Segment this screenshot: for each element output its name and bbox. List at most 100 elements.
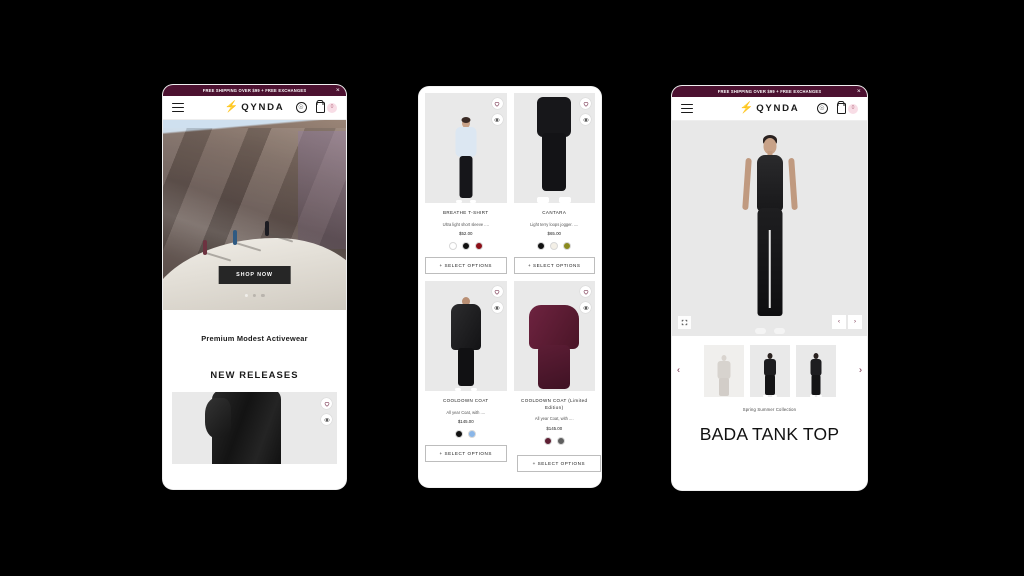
color-swatch[interactable]: [537, 242, 546, 251]
hamburger-menu-icon[interactable]: [172, 103, 184, 112]
promo-banner: FREE SHIPPING OVER $99 + FREE EXCHANGES …: [672, 86, 867, 97]
promo-banner-text: FREE SHIPPING OVER $99 + FREE EXCHANGES: [202, 88, 307, 93]
new-release-product-image[interactable]: [172, 392, 337, 464]
brand-logo-text: QYNDA: [241, 102, 285, 113]
phone-home-mockup: FREE SHIPPING OVER $99 + FREE EXCHANGES …: [163, 85, 346, 489]
color-swatch[interactable]: [563, 242, 572, 251]
color-swatch[interactable]: [461, 242, 470, 251]
pdp-main-image[interactable]: ‹ ›: [672, 121, 867, 336]
product-price: $145.00: [546, 425, 563, 431]
expand-icon[interactable]: [678, 316, 691, 329]
phone-pdp-mockup: FREE SHIPPING OVER $99 + FREE EXCHANGES …: [672, 86, 867, 490]
thumbnail-carousel: ‹ ›: [672, 336, 867, 403]
hero-carousel[interactable]: SHOP NOW: [163, 120, 346, 310]
brand-logo[interactable]: ⚡ QYNDA: [739, 102, 800, 115]
next-image-button[interactable]: ›: [848, 315, 862, 329]
header-actions: ☉ 0: [295, 102, 337, 113]
model-shoe-left: [754, 328, 766, 334]
product-name: CANTARA: [542, 210, 567, 215]
site-header: ⚡ QYNDA ☉ 0: [672, 97, 867, 121]
shop-now-button[interactable]: SHOP NOW: [218, 266, 291, 284]
product-card[interactable]: CANTARA Light terry loops jogger. .... $…: [513, 93, 596, 275]
close-icon[interactable]: ✕: [336, 88, 340, 93]
product-description: All year Coat, with ....: [446, 409, 486, 415]
select-options-button[interactable]: + SELECT OPTIONS: [425, 445, 507, 463]
eye-icon[interactable]: [580, 302, 591, 314]
model-leg-gap: [768, 230, 771, 308]
close-icon[interactable]: ✕: [857, 89, 861, 94]
heart-icon[interactable]: [321, 398, 332, 409]
carousel-dots[interactable]: [244, 293, 265, 297]
eye-icon[interactable]: [580, 114, 591, 125]
product-name: BREATHE T-SHIRT: [442, 210, 489, 215]
heart-icon[interactable]: [491, 286, 503, 298]
eye-icon[interactable]: [491, 114, 503, 125]
color-swatch[interactable]: [468, 430, 477, 439]
pdp-screen: FREE SHIPPING OVER $99 + FREE EXCHANGES …: [672, 86, 867, 490]
heart-icon[interactable]: [580, 286, 591, 298]
carousel-dot[interactable]: [261, 293, 265, 297]
card-actions: [580, 286, 591, 314]
cart-button[interactable]: 0: [836, 103, 858, 114]
thumbnail-item[interactable]: [749, 345, 790, 397]
color-swatch[interactable]: [448, 242, 457, 251]
color-swatches: [514, 242, 596, 251]
promo-banner: FREE SHIPPING OVER $99 + FREE EXCHANGES …: [163, 85, 346, 96]
color-swatch[interactable]: [550, 242, 559, 251]
thumb-figure: [760, 351, 780, 397]
product-image[interactable]: [513, 93, 595, 203]
account-icon[interactable]: ☉: [816, 103, 828, 114]
thumb-figure: [806, 351, 826, 397]
heart-icon[interactable]: [491, 98, 503, 109]
product-name: COOLDOWN COAT: [442, 398, 489, 404]
product-name: COOLDOWN COAT (Limited Edition): [521, 398, 588, 410]
hero-figure: [265, 221, 294, 243]
prev-image-button[interactable]: ‹: [832, 315, 846, 329]
color-swatches: [425, 430, 507, 439]
eye-icon[interactable]: [491, 302, 503, 314]
color-swatch[interactable]: [543, 436, 552, 445]
thumbnail-item[interactable]: [795, 345, 836, 397]
model-figure: [446, 291, 486, 392]
heart-icon[interactable]: [580, 98, 591, 109]
color-swatch[interactable]: [556, 436, 565, 445]
color-swatch[interactable]: [474, 242, 483, 251]
product-card[interactable]: BREATHE T-SHIRT Ultra light short sleeve…: [425, 93, 507, 275]
product-image[interactable]: [513, 281, 595, 392]
thumbnail-item[interactable]: [703, 345, 744, 397]
product-card[interactable]: COOLDOWN COAT All year Coat, with .... $…: [425, 281, 507, 469]
select-options-button[interactable]: + SELECT OPTIONS: [425, 257, 507, 275]
product-description: Ultra light short sleeve ....: [442, 221, 489, 227]
brand-logo[interactable]: ⚡ QYNDA: [224, 101, 285, 114]
product-price: $145.00: [457, 419, 474, 425]
shopping-bag-icon: [836, 103, 846, 114]
carousel-dot[interactable]: [252, 293, 257, 297]
select-options-button[interactable]: + SELECT OPTIONS: [513, 257, 595, 275]
image-nav-buttons: ‹ ›: [832, 315, 862, 329]
chevron-right-icon[interactable]: ›: [859, 365, 862, 374]
card-actions: [321, 398, 332, 425]
model-tank-top: [756, 155, 783, 211]
home-screen: FREE SHIPPING OVER $99 + FREE EXCHANGES …: [163, 85, 346, 489]
product-image[interactable]: [425, 281, 507, 392]
select-options-button[interactable]: + SELECT OPTIONS: [516, 454, 601, 472]
shopping-bag-icon: [315, 102, 325, 113]
screenshot-stage: FREE SHIPPING OVER $99 + FREE EXCHANGES …: [0, 0, 1024, 576]
lightning-bolt-icon: ⚡: [224, 101, 239, 113]
account-icon[interactable]: ☉: [295, 102, 307, 113]
cart-button[interactable]: 0: [315, 102, 337, 113]
model-figure: [525, 299, 583, 391]
color-swatch[interactable]: [455, 430, 464, 439]
promo-banner-text: FREE SHIPPING OVER $99 + FREE EXCHANGES: [717, 89, 822, 94]
product-card[interactable]: COOLDOWN COAT (Limited Edition) All year…: [513, 281, 601, 472]
header-actions: ☉ 0: [816, 103, 858, 114]
lightning-bolt-icon: ⚡: [739, 102, 754, 114]
product-image[interactable]: [425, 93, 507, 203]
carousel-dot[interactable]: [244, 293, 248, 297]
chevron-left-icon[interactable]: ‹: [677, 365, 680, 374]
hamburger-menu-icon[interactable]: [681, 104, 693, 113]
eye-icon[interactable]: [321, 414, 332, 425]
thumb-figure: [715, 353, 733, 397]
phone-listing-mockup: BREATHE T-SHIRT Ultra light short sleeve…: [419, 87, 601, 487]
model-figure: [531, 97, 577, 203]
